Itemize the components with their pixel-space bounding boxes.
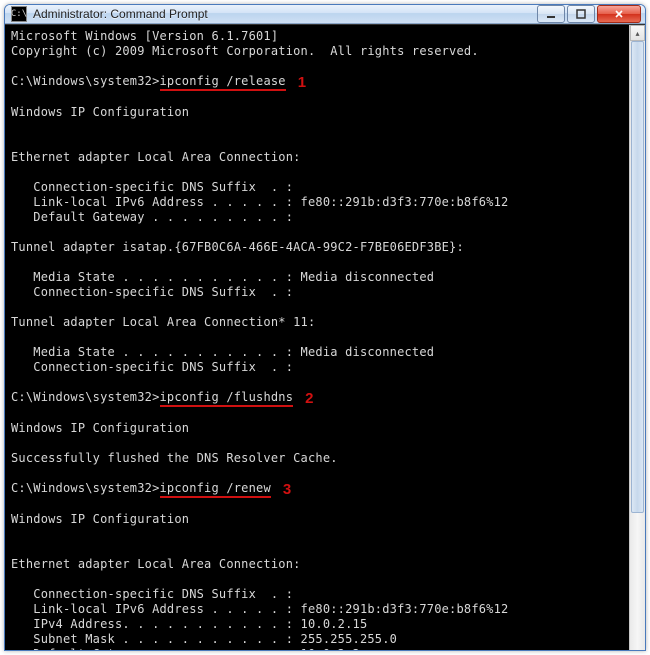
titlebar[interactable]: C:\ Administrator: Command Prompt [5, 5, 645, 24]
line: Link-local IPv6 Address . . . . . : fe80… [11, 602, 508, 616]
line: Successfully flushed the DNS Resolver Ca… [11, 451, 338, 465]
line: Connection-specific DNS Suffix . : [11, 587, 293, 601]
line: Windows IP Configuration [11, 105, 189, 119]
command-prompt-window: C:\ Administrator: Command Prompt Micros… [4, 4, 646, 651]
command-3: ipconfig /renew [160, 481, 271, 498]
scrollbar[interactable]: ▴ ▾ [629, 25, 645, 651]
cmd-icon: C:\ [11, 6, 27, 22]
line: IPv4 Address. . . . . . . . . . . : 10.0… [11, 617, 367, 631]
line: Default Gateway . . . . . . . . . : 10.0… [11, 647, 360, 651]
line: Copyright (c) 2009 Microsoft Corporation… [11, 44, 479, 58]
command-2: ipconfig /flushdns [160, 390, 294, 407]
scroll-up-button[interactable]: ▴ [630, 25, 645, 41]
minimize-button[interactable] [537, 5, 565, 23]
client-area: Microsoft Windows [Version 6.1.7601] Cop… [5, 24, 645, 651]
annotation-2: 2 [305, 391, 314, 406]
line: Ethernet adapter Local Area Connection: [11, 150, 301, 164]
line: Media State . . . . . . . . . . . : Medi… [11, 345, 434, 359]
line: Connection-specific DNS Suffix . : [11, 180, 293, 194]
line: Ethernet adapter Local Area Connection: [11, 557, 301, 571]
maximize-button[interactable] [567, 5, 595, 23]
line: Connection-specific DNS Suffix . : [11, 360, 293, 374]
prompt: C:\Windows\system32> [11, 390, 160, 404]
line: Tunnel adapter isatap.{67FB0C6A-466E-4AC… [11, 240, 464, 254]
window-title: Administrator: Command Prompt [33, 7, 537, 21]
console-output[interactable]: Microsoft Windows [Version 6.1.7601] Cop… [5, 25, 629, 651]
line: Windows IP Configuration [11, 421, 189, 435]
window-controls [537, 5, 641, 23]
line: Subnet Mask . . . . . . . . . . . : 255.… [11, 632, 397, 646]
close-button[interactable] [597, 5, 641, 23]
annotation-1: 1 [298, 75, 307, 90]
line: Windows IP Configuration [11, 512, 189, 526]
scroll-thumb[interactable] [631, 41, 644, 513]
command-1: ipconfig /release [160, 74, 286, 91]
line: Microsoft Windows [Version 6.1.7601] [11, 29, 278, 43]
line: Link-local IPv6 Address . . . . . : fe80… [11, 195, 508, 209]
prompt: C:\Windows\system32> [11, 74, 160, 88]
line: Connection-specific DNS Suffix . : [11, 285, 293, 299]
line: Media State . . . . . . . . . . . : Medi… [11, 270, 434, 284]
line: Default Gateway . . . . . . . . . : [11, 210, 293, 224]
prompt: C:\Windows\system32> [11, 481, 160, 495]
scroll-track[interactable] [630, 41, 645, 651]
annotation-3: 3 [283, 482, 292, 497]
line: Tunnel adapter Local Area Connection* 11… [11, 315, 315, 329]
